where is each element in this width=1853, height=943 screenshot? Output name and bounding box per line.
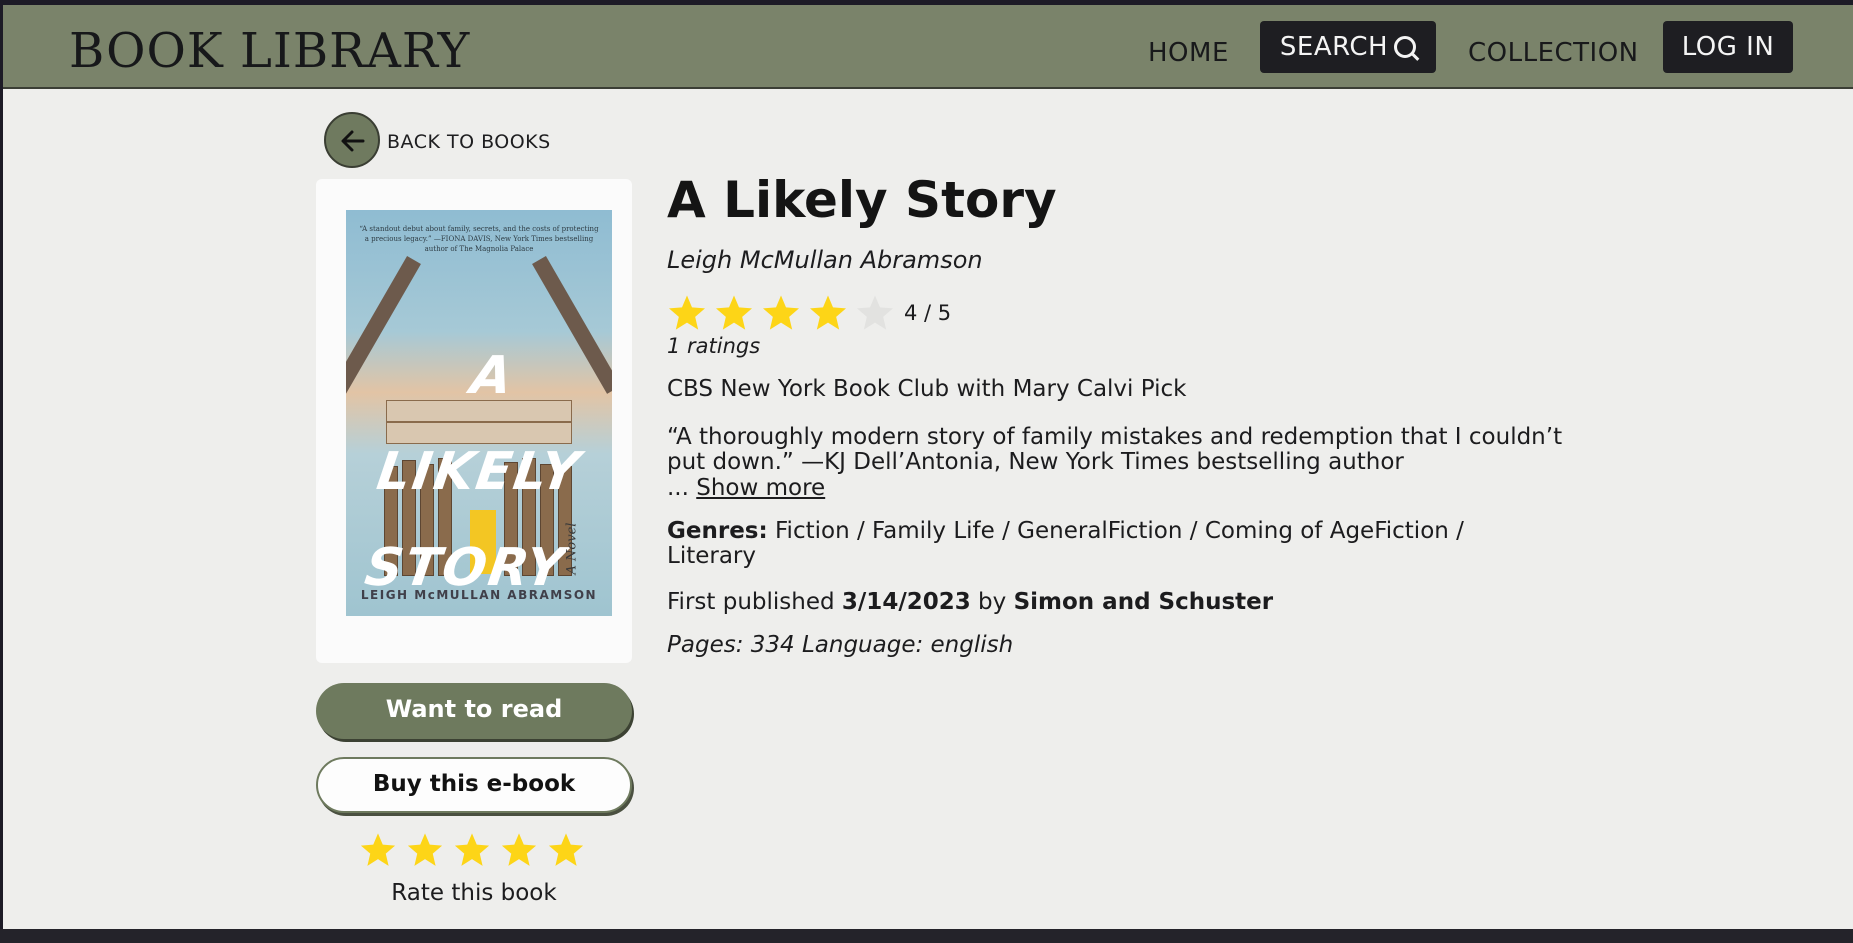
bottom-bar — [0, 929, 1853, 943]
book-title: A Likely Story — [667, 171, 1057, 229]
description-line-2: put down.” —KJ Dell’Antonia, New York Ti… — [667, 449, 1404, 475]
show-more-row: ... Show more — [667, 475, 825, 501]
book-genres: Genres: Fiction / Family Life / GeneralF… — [667, 519, 1547, 569]
published-prefix: First published — [667, 589, 835, 615]
rate-star-4-icon[interactable] — [500, 831, 538, 869]
rate-star-1-icon[interactable] — [359, 831, 397, 869]
arrow-left-icon — [341, 130, 365, 152]
rating-star-filled-icon — [763, 295, 799, 330]
published-by: by — [978, 589, 1007, 615]
nav-search-button[interactable]: SEARCH — [1260, 21, 1436, 73]
show-more-link[interactable]: Show more — [696, 475, 825, 501]
pages-language: Pages: 334 Language: english — [667, 632, 1014, 658]
cover-subtitle: A Novel — [564, 522, 580, 575]
nav-collection[interactable]: COLLECTION — [1468, 27, 1639, 79]
nav-login-button[interactable]: LOG IN — [1663, 21, 1793, 73]
rating-value: 4 / 5 — [904, 301, 952, 325]
cover-author: LEIGH McMULLAN ABRAMSON — [360, 588, 598, 602]
rate-star-3-icon[interactable] — [453, 831, 491, 869]
cover-card: “A standout debut about family, secrets,… — [316, 179, 632, 663]
nav-search-label: SEARCH — [1279, 32, 1389, 62]
back-button[interactable] — [324, 112, 380, 168]
average-rating: 4 / 5 — [667, 293, 951, 337]
publication-info: First published 3/14/2023 by Simon and S… — [667, 589, 1273, 615]
cover-blurb: “A standout debut about family, secrets,… — [359, 225, 599, 253]
site-header: BOOK LIBRARY HOME SEARCH COLLECTION LOG … — [3, 5, 1853, 89]
book-club-pick: CBS New York Book Club with Mary Calvi P… — [667, 376, 1187, 402]
back-to-books-link[interactable]: BACK TO BOOKS — [387, 131, 551, 153]
rate-star-2-icon[interactable] — [406, 831, 444, 869]
description-line-1: “A thoroughly modern story of family mis… — [667, 424, 1563, 450]
app-frame: BOOK LIBRARY HOME SEARCH COLLECTION LOG … — [3, 5, 1853, 929]
genres-value: Fiction / Family Life / GeneralFiction /… — [667, 518, 1464, 569]
ratings-count: 1 ratings — [667, 334, 761, 358]
rating-star-filled-icon — [716, 295, 752, 330]
want-to-read-button[interactable]: Want to read — [316, 683, 632, 739]
rating-star-empty-icon — [857, 295, 893, 330]
buy-ebook-button[interactable]: Buy this e-book — [316, 757, 632, 813]
book-description: “A thoroughly modern story of family mis… — [667, 425, 1567, 475]
book-cover-image: “A standout debut about family, secrets,… — [346, 210, 612, 616]
rate-this-book-label: Rate this book — [391, 880, 557, 906]
rating-star-filled-icon — [669, 295, 705, 330]
rating-star-filled-icon — [810, 295, 846, 330]
book-author[interactable]: Leigh McMullan Abramson — [667, 246, 983, 274]
nav-home[interactable]: HOME — [1148, 27, 1229, 79]
publisher-name: Simon and Schuster — [1013, 589, 1274, 615]
genres-label: Genres: — [667, 518, 768, 544]
search-icon — [1394, 36, 1417, 58]
rate-stars — [359, 831, 594, 873]
description-ellipsis: ... — [667, 475, 689, 501]
published-date: 3/14/2023 — [841, 589, 971, 615]
rate-star-5-icon[interactable] — [547, 831, 585, 869]
site-logo[interactable]: BOOK LIBRARY — [69, 23, 470, 79]
